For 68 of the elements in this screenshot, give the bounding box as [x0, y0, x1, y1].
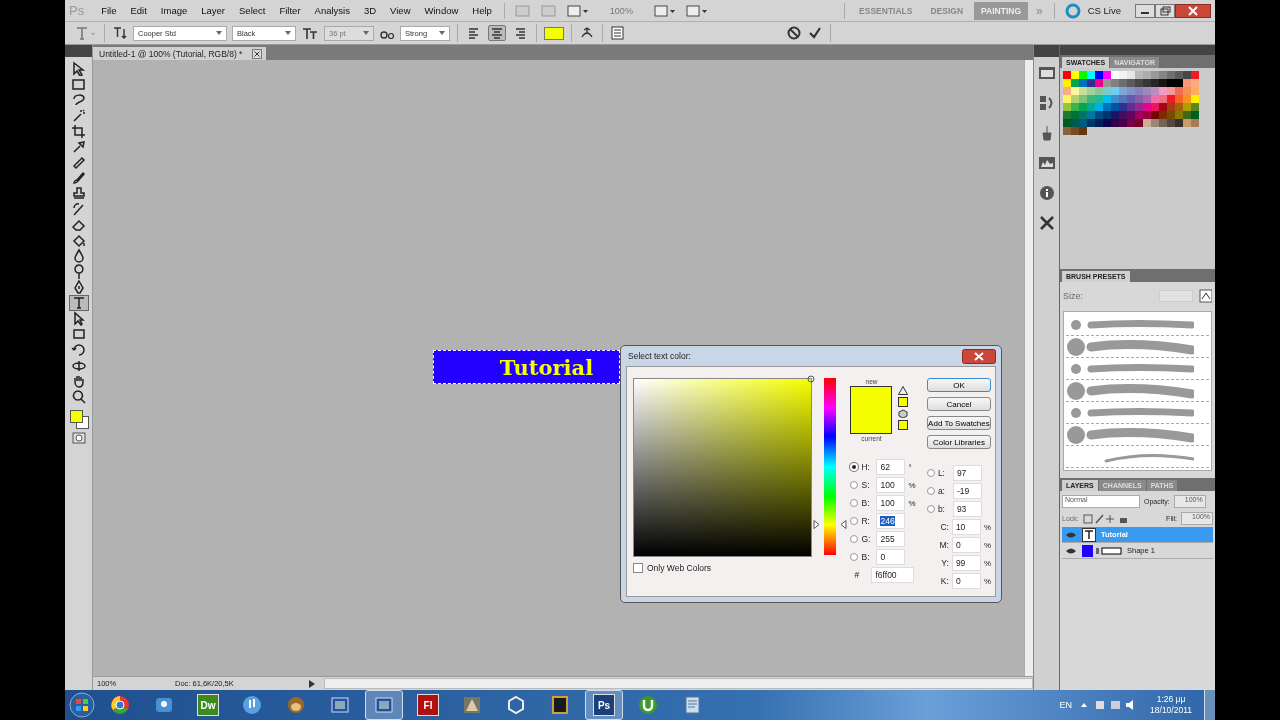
menu-item[interactable]: Filter [274, 5, 306, 16]
dialog-button[interactable]: Cancel [926, 397, 991, 411]
input-field[interactable]: -19 [952, 483, 982, 499]
text-layer[interactable]: Tutorial [433, 350, 620, 384]
hex-label: # [853, 570, 861, 580]
app-logo: Dw [197, 694, 219, 716]
input-field[interactable]: 97 [952, 465, 982, 481]
field-label: L: [937, 468, 946, 478]
field-label: G: [861, 534, 872, 544]
taskbar-app[interactable]: Dw [189, 690, 227, 720]
input-field[interactable]: 100 [876, 495, 906, 511]
field-label: C: [939, 522, 949, 532]
input-field[interactable]: 99 [951, 555, 981, 571]
taskbar-app[interactable]: Fl [409, 690, 447, 720]
clock[interactable]: 1:26 μμ 18/10/2011 [1144, 694, 1198, 716]
menu-item[interactable]: Window [419, 5, 464, 16]
field-label: b: [937, 504, 946, 514]
menu-item[interactable]: Image [155, 5, 193, 16]
menu-item[interactable]: Select [234, 5, 271, 16]
field-label: B: [861, 498, 871, 508]
checkbox-label: Only Web Colors [647, 563, 712, 573]
menu-item[interactable]: Analysis [309, 5, 355, 16]
clock-time: 1:26 μμ [1156, 694, 1186, 705]
unit-label: % [983, 576, 991, 586]
field-label: R: [861, 516, 871, 526]
field-label: Y: [940, 558, 949, 568]
unit-label: % [908, 480, 916, 490]
unit-label: % [908, 498, 916, 508]
field-label: H: [861, 462, 871, 472]
dialog-button[interactable]: Add To Swatches [926, 416, 991, 430]
input-field[interactable]: 100 [876, 477, 906, 493]
unit-label: % [983, 558, 991, 568]
menu-item[interactable]: 3D [358, 5, 382, 16]
input-field[interactable]: 0 [951, 573, 981, 589]
input-field[interactable]: 255 [876, 531, 906, 547]
language-indicator[interactable]: EN [1059, 700, 1073, 710]
cs-live-menu[interactable]: CS Live [1087, 5, 1121, 16]
dialog-button[interactable]: OK [926, 378, 991, 392]
unit-label: % [983, 522, 991, 532]
app-logo: Fl [417, 694, 439, 716]
hex-field[interactable]: f6ff00 [871, 567, 915, 583]
field-label: B: [861, 552, 871, 562]
taskbar-app[interactable]: Ps [585, 690, 623, 720]
menu-item[interactable]: Edit [125, 5, 152, 16]
menu-item[interactable]: Layer [196, 5, 231, 16]
menu-item[interactable]: File [96, 5, 122, 16]
clock-date: 18/10/2011 [1150, 705, 1192, 716]
input-field[interactable]: 0 [951, 537, 981, 553]
field-label: S: [861, 480, 871, 490]
size-label: Size: [1063, 291, 1083, 301]
document-tab[interactable]: Untitled-1 @ 100% (Tutorial, RGB/8) * [93, 47, 267, 60]
unit-label: ° [908, 462, 912, 472]
field-label: M: [938, 540, 949, 550]
layer-text: Tutorial [499, 354, 594, 380]
app-logo: Ps [69, 3, 85, 18]
input-field[interactable]: 0 [876, 549, 906, 565]
unit-label: % [983, 540, 991, 550]
menu-item[interactable]: Help [467, 5, 497, 16]
menu-item[interactable]: View [385, 5, 416, 16]
input-field[interactable]: 10 [951, 519, 981, 535]
app-logo: Ps [593, 694, 615, 716]
input-field[interactable]: 62 [876, 459, 906, 475]
field-label: K: [939, 576, 949, 586]
input-field[interactable]: 93 [952, 501, 982, 517]
dialog-title: Select text color: [628, 351, 691, 361]
input-field[interactable]: 246 [876, 513, 906, 529]
dialog-button[interactable]: Color Libraries [926, 435, 991, 449]
field-label: a: [937, 486, 946, 496]
